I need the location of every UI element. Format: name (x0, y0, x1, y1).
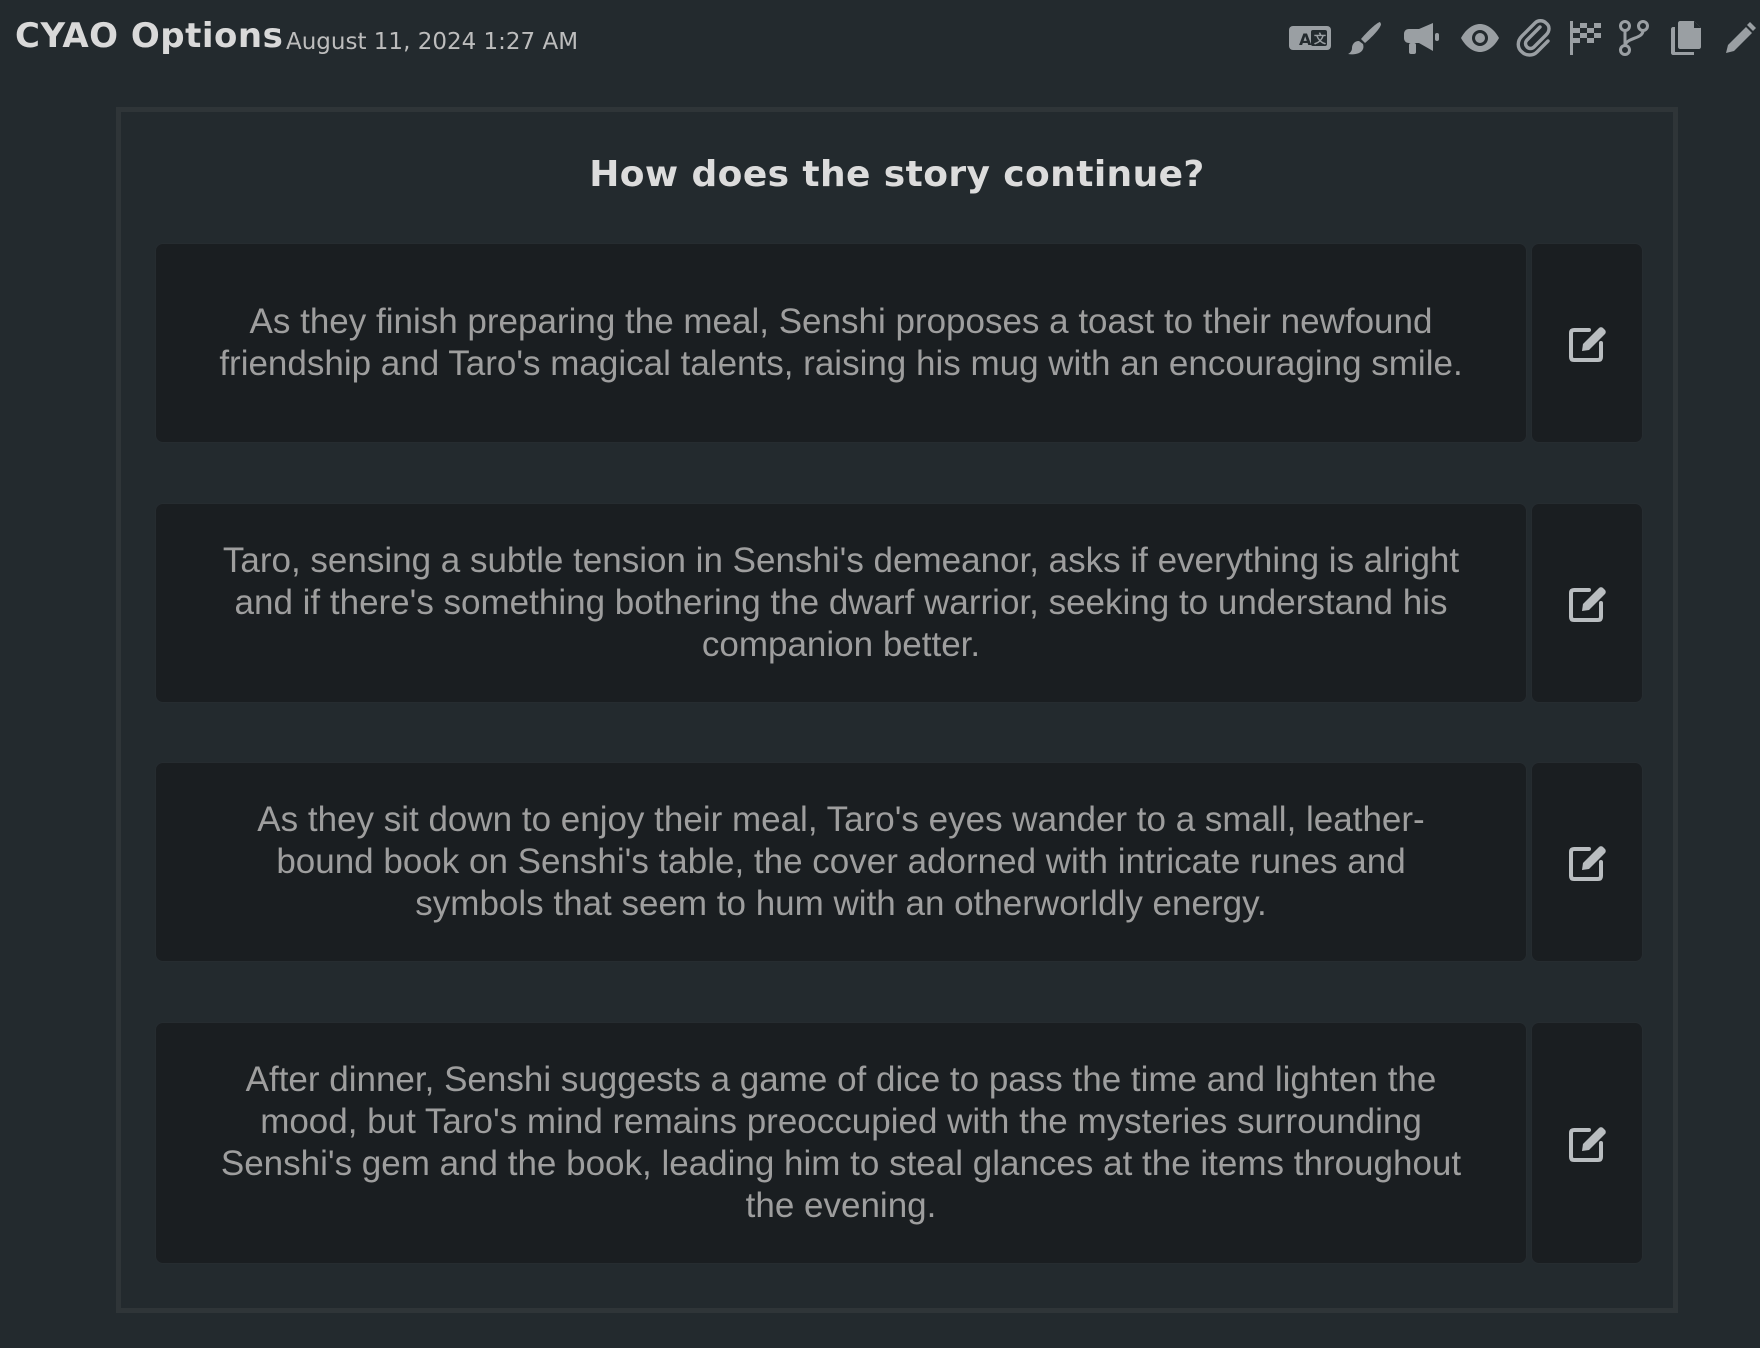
edit-option-button[interactable] (1531, 503, 1643, 703)
question-heading: How does the story continue? (589, 154, 1205, 195)
branch-icon[interactable] (1612, 18, 1656, 58)
option-row: As they finish preparing the meal, Sensh… (155, 243, 1643, 443)
app-title: CYAO Options (15, 16, 284, 56)
option-row: As they sit down to enjoy their meal, Ta… (155, 762, 1643, 962)
edit-option-button[interactable] (1531, 1022, 1643, 1264)
option-text: As they sit down to enjoy their meal, Ta… (257, 800, 1425, 923)
brush-icon[interactable] (1343, 18, 1387, 58)
svg-text:A: A (1299, 30, 1312, 49)
translate-icon[interactable]: A 文 (1288, 18, 1332, 58)
option-choice-button[interactable]: Taro, sensing a subtle tension in Senshi… (155, 503, 1527, 703)
option-text: As they finish preparing the meal, Sensh… (219, 302, 1463, 383)
option-row: After dinner, Senshi suggests a game of … (155, 1022, 1643, 1264)
option-choice-button[interactable]: After dinner, Senshi suggests a game of … (155, 1022, 1527, 1264)
timestamp: August 11, 2024 1:27 AM (286, 29, 579, 55)
option-text: Taro, sensing a subtle tension in Senshi… (222, 541, 1460, 664)
checkered-flag-icon[interactable] (1563, 18, 1607, 58)
edit-icon (1569, 1127, 1606, 1162)
megaphone-icon[interactable] (1399, 18, 1443, 58)
edit-icon (1569, 327, 1606, 362)
option-row: Taro, sensing a subtle tension in Senshi… (155, 503, 1643, 703)
eye-icon[interactable] (1458, 18, 1502, 58)
paperclip-icon[interactable] (1512, 18, 1556, 58)
copy-icon[interactable] (1664, 18, 1708, 58)
option-text: After dinner, Senshi suggests a game of … (220, 1060, 1462, 1225)
edit-icon (1569, 587, 1606, 622)
pencil-icon[interactable] (1716, 18, 1760, 58)
svg-text:文: 文 (1314, 31, 1327, 46)
header-bar: CYAO Options August 11, 2024 1:27 AM A 文 (0, 0, 1760, 84)
option-choice-button[interactable]: As they finish preparing the meal, Sensh… (155, 243, 1527, 443)
options-panel: How does the story continue? As they fin… (116, 107, 1678, 1313)
edit-icon (1569, 846, 1606, 881)
edit-option-button[interactable] (1531, 762, 1643, 962)
option-choice-button[interactable]: As they sit down to enjoy their meal, Ta… (155, 762, 1527, 962)
edit-option-button[interactable] (1531, 243, 1643, 443)
